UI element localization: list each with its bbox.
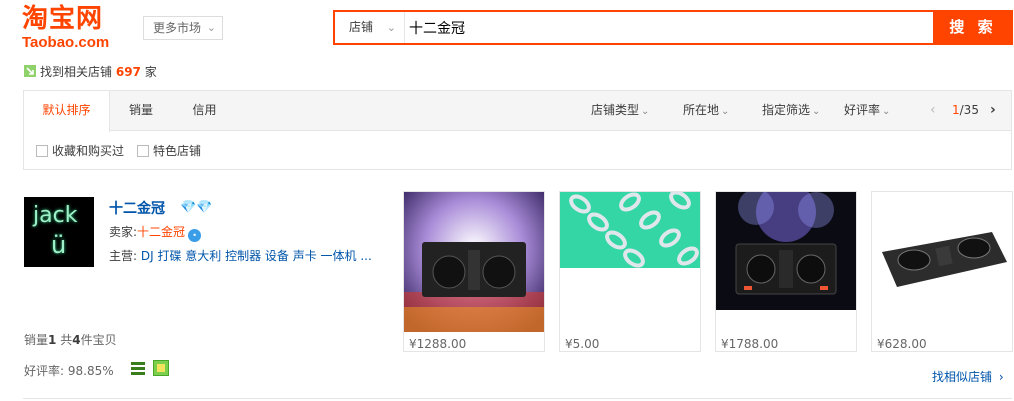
product-price: ¥5.00 xyxy=(565,337,600,351)
more-market-label: 更多市场 xyxy=(153,21,202,35)
result-prefix: 找到相关店铺 xyxy=(40,65,113,79)
filter-rating-label: 好评率 xyxy=(844,103,881,117)
next-page-icon[interactable]: › xyxy=(990,91,996,130)
main-business: 主营: DJ 打碟 意大利 控制器 设备 声卡 一体机 ... xyxy=(109,247,372,264)
result-arrow-icon xyxy=(24,65,36,77)
total-items-post: 件宝贝 xyxy=(80,333,117,347)
prev-page-icon[interactable]: ‹ xyxy=(930,91,936,130)
shop-name-link[interactable]: 十二金冠 xyxy=(109,198,165,218)
filter-panel: 默认排序 销量 信用 店铺类型 ⌄ 所在地 ⌄ 指定筛选 ⌄ 好评率 ⌄ ‹ 1/35 … xyxy=(23,90,1012,170)
checkbox-box xyxy=(137,145,149,157)
page-current: 1 xyxy=(952,103,960,117)
product-card[interactable]: ¥1288.00 xyxy=(403,191,545,352)
find-similar-label: 找相似店铺 xyxy=(932,370,993,384)
product-image-dj-mixer[interactable] xyxy=(716,192,856,310)
product-price: ¥1288.00 xyxy=(409,337,467,351)
logo-text-en: Taobao.com xyxy=(22,34,110,51)
filter-rating[interactable]: 好评率 ⌄ xyxy=(844,91,890,130)
logo-text-cn: 淘宝网 xyxy=(22,4,104,34)
filter-location[interactable]: 所在地 ⌄ xyxy=(683,91,729,130)
seller-label: 卖家: xyxy=(109,225,138,239)
search-input[interactable] xyxy=(407,12,927,43)
filter-location-label: 所在地 xyxy=(683,103,720,117)
product-image-dj-deck[interactable] xyxy=(872,192,1012,310)
pager: ‹ 1/35 › xyxy=(928,91,1008,130)
shop-badge-icon[interactable] xyxy=(153,360,169,376)
chevron-down-icon: ⌄ xyxy=(882,106,891,117)
checkbox-row: 收藏和购买过 特色店铺 xyxy=(24,132,1011,170)
sales-info: 销量1 共4件宝贝 xyxy=(24,331,117,348)
product-card[interactable]: ¥5.00 xyxy=(559,191,701,352)
page-indicator: 1/35 xyxy=(952,91,979,130)
checkbox-purchased[interactable]: 收藏和购买过 xyxy=(36,144,124,158)
result-suffix: 家 xyxy=(144,65,157,79)
search-scope-label: 店铺 xyxy=(349,20,374,34)
search-bar: 店铺 ⌄ 搜 索 xyxy=(333,10,1013,45)
main-business-label: 主营: xyxy=(109,249,138,263)
product-price: ¥1788.00 xyxy=(721,337,779,351)
filter-specified[interactable]: 指定筛选 ⌄ xyxy=(762,91,820,130)
tab-default-sort[interactable]: 默认排序 xyxy=(24,91,110,132)
divider xyxy=(23,398,1012,399)
shop-avatar[interactable]: jack ü xyxy=(24,197,94,267)
chevron-down-icon: ⌄ xyxy=(386,21,396,34)
rating-info: 好评率: 98.85% xyxy=(24,362,114,379)
result-summary: 找到相关店铺 697 家 xyxy=(24,64,157,80)
chevron-right-icon: › xyxy=(998,370,1004,384)
product-image-dj-controller[interactable] xyxy=(404,192,544,332)
rating-value: 98.85% xyxy=(67,364,114,378)
seller-nick-link[interactable]: 十二金冠 xyxy=(137,225,185,239)
rating-label: 好评率: xyxy=(24,364,65,378)
filter-shop-type-label: 店铺类型 xyxy=(591,103,640,117)
list-badge-icon[interactable] xyxy=(131,362,145,376)
chevron-down-icon: ⌄ xyxy=(206,21,216,34)
sales-label: 销量 xyxy=(24,333,49,347)
avatar-text-line1: jack xyxy=(33,203,78,228)
main-business-items[interactable]: DJ 打碟 意大利 控制器 设备 声卡 一体机 ... xyxy=(141,249,372,263)
filter-shop-type[interactable]: 店铺类型 ⌄ xyxy=(591,91,649,130)
product-card[interactable]: ¥628.00 xyxy=(871,191,1013,352)
total-items-count: 4 xyxy=(72,333,81,347)
chevron-down-icon: ⌄ xyxy=(812,106,821,117)
more-market-dropdown[interactable]: 更多市场 ⌄ xyxy=(143,16,223,40)
search-scope-select[interactable]: 店铺 ⌄ xyxy=(335,12,405,43)
checkbox-featured[interactable]: 特色店铺 xyxy=(137,144,201,158)
wangwang-chat-icon[interactable]: • xyxy=(188,229,202,242)
avatar-text-line2: ü xyxy=(51,231,67,259)
find-similar-shops-link[interactable]: 找相似店铺 › xyxy=(932,368,1004,385)
checkbox-featured-label: 特色店铺 xyxy=(153,144,202,158)
sort-row: 默认排序 销量 信用 店铺类型 ⌄ 所在地 ⌄ 指定筛选 ⌄ 好评率 ⌄ ‹ 1/35 … xyxy=(24,91,1011,132)
seller-info: 卖家:十二金冠 • xyxy=(109,223,202,242)
checkbox-purchased-label: 收藏和购买过 xyxy=(52,144,125,158)
tab-sales[interactable]: 销量 xyxy=(110,91,172,131)
crown-rank-icon[interactable]: 💎💎 xyxy=(180,200,212,215)
chevron-down-icon: ⌄ xyxy=(641,106,650,117)
taobao-logo[interactable]: 淘宝网 Taobao.com xyxy=(22,4,132,54)
sales-count: 1 xyxy=(48,333,57,347)
product-card[interactable]: ¥1788.00 xyxy=(715,191,857,352)
product-price: ¥628.00 xyxy=(877,337,927,351)
product-image-chain[interactable] xyxy=(560,192,700,268)
checkbox-box xyxy=(36,145,48,157)
total-items-pre: 共 xyxy=(60,333,73,347)
filter-specified-label: 指定筛选 xyxy=(762,103,811,117)
search-button[interactable]: 搜 索 xyxy=(933,10,1013,45)
chevron-down-icon: ⌄ xyxy=(721,106,730,117)
result-count: 697 xyxy=(115,65,141,79)
page-total: /35 xyxy=(959,103,979,117)
tab-credit[interactable]: 信用 xyxy=(172,91,237,131)
